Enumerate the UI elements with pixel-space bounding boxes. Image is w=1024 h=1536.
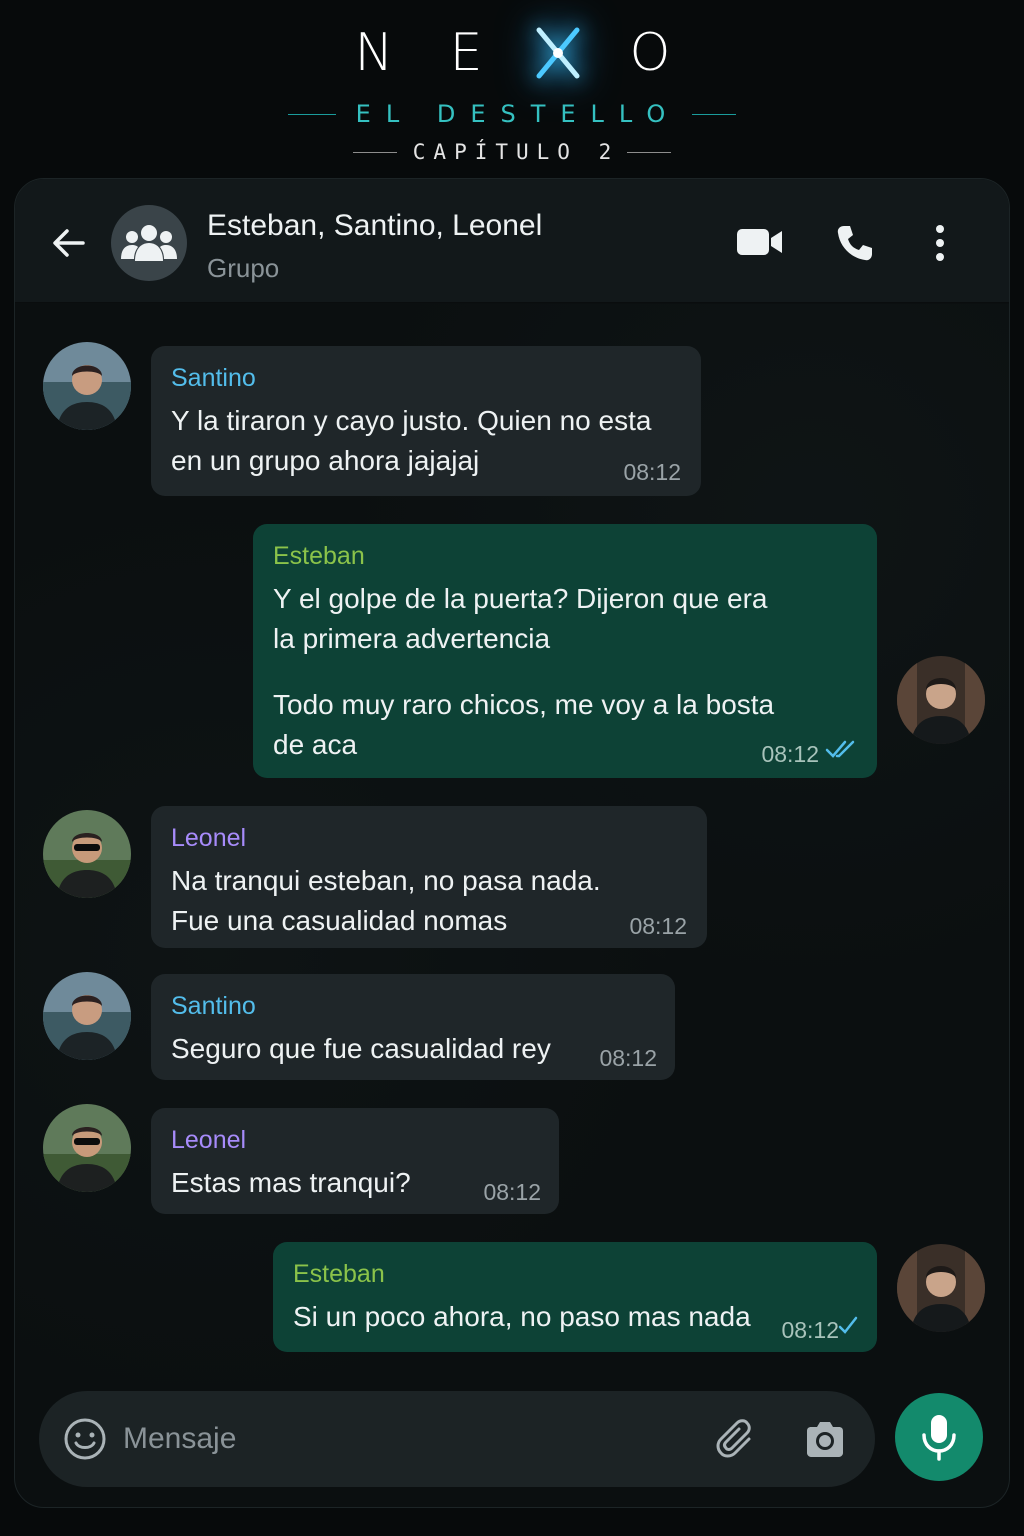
- brand-title: N E O: [0, 22, 1024, 84]
- avatar-esteban[interactable]: [897, 1244, 985, 1332]
- page: N E O EL DESTELLO CAPÍTULO 2 Esteban, Sa…: [0, 0, 1024, 1536]
- divider-line: [287, 113, 336, 115]
- group-avatar[interactable]: [111, 205, 187, 281]
- message-time: 08:12: [761, 741, 819, 767]
- message-bubble[interactable]: Santino Seguro que fue casualidad rey 08…: [151, 974, 675, 1080]
- message-input[interactable]: [123, 1415, 683, 1463]
- message-bubble[interactable]: Leonel Na tranqui esteban, no pasa nada.…: [151, 806, 707, 948]
- brand-subtitle: EL DESTELLO: [355, 100, 681, 128]
- avatar-leonel[interactable]: [43, 810, 131, 898]
- message-line: Seguro que fue casualidad rey: [171, 1033, 551, 1064]
- message-bubble[interactable]: Esteban Y el golpe de la puerta? Dijeron…: [253, 524, 877, 778]
- voice-call-icon[interactable]: [835, 223, 875, 268]
- sender-name: Santino: [171, 992, 256, 1020]
- message-text: Y la tiraron y cayo justo. Quien no esta…: [171, 401, 681, 481]
- divider-line: [352, 151, 397, 153]
- message-text: Seguro que fue casualidad rey: [171, 1029, 655, 1069]
- back-arrow-icon[interactable]: [51, 225, 87, 261]
- message-line: Si un poco ahora, no paso mas nada: [293, 1301, 751, 1332]
- read-ticks-icon: [825, 739, 857, 764]
- group-icon: [121, 225, 177, 261]
- video-call-icon[interactable]: [737, 227, 783, 262]
- x-glow-icon: [512, 22, 604, 84]
- message-line: Na tranqui esteban, no pasa nada.: [171, 865, 601, 896]
- brand-chapter-row: CAPÍTULO 2: [0, 140, 1024, 164]
- message-time: 08:12: [483, 1179, 541, 1205]
- microphone-button[interactable]: [895, 1393, 983, 1481]
- message-input-bar: [39, 1391, 875, 1487]
- brand-letter-o: O: [629, 23, 671, 83]
- sender-name: Santino: [171, 364, 256, 392]
- emoji-icon[interactable]: [63, 1417, 107, 1466]
- avatar-esteban[interactable]: [897, 656, 985, 744]
- camera-icon[interactable]: [803, 1417, 847, 1466]
- divider-line: [627, 151, 672, 153]
- microphone-icon: [922, 1415, 956, 1461]
- brand-letter-e: E: [449, 23, 483, 83]
- message-bubble[interactable]: Santino Y la tiraron y cayo justo. Quien…: [151, 346, 701, 496]
- chat-subtitle: Grupo: [207, 253, 280, 283]
- brand-chapter: CAPÍTULO 2: [412, 140, 620, 164]
- more-options-icon[interactable]: [933, 223, 947, 268]
- avatar-leonel[interactable]: [43, 1104, 131, 1192]
- message-text: Y el golpe de la puerta? Dijeron que era…: [273, 579, 857, 765]
- message-bubble[interactable]: Esteban Si un poco ahora, no paso mas na…: [273, 1242, 877, 1352]
- message-line: en un grupo ahora jajajaj: [171, 445, 480, 476]
- message-line: Todo muy raro chicos, me voy a la bosta: [273, 689, 775, 720]
- message-line: Y la tiraron y cayo justo. Quien no esta: [171, 405, 652, 436]
- sender-name: Esteban: [273, 542, 365, 570]
- sender-name: Leonel: [171, 1126, 247, 1154]
- sender-name: Leonel: [171, 824, 247, 852]
- message-line: Fue una casualidad nomas: [171, 905, 508, 936]
- read-ticks-icon: [837, 1315, 859, 1340]
- message-time: 08:12: [781, 1317, 839, 1343]
- message-text: Na tranqui esteban, no pasa nada. Fue un…: [171, 861, 687, 941]
- avatar-santino[interactable]: [43, 342, 131, 430]
- divider-line: [692, 113, 737, 115]
- avatar-santino[interactable]: [43, 972, 131, 1060]
- message-text: Si un poco ahora, no paso mas nada: [293, 1297, 857, 1337]
- message-bubble[interactable]: Leonel Estas mas tranqui? 08:12: [151, 1108, 559, 1214]
- message-line: la primera advertencia: [273, 623, 551, 654]
- brand-header: N E O EL DESTELLO CAPÍTULO 2: [0, 22, 1024, 164]
- message-time: 08:12: [629, 913, 687, 939]
- brand-subtitle-row: EL DESTELLO: [0, 100, 1024, 128]
- message-time: 08:12: [599, 1045, 657, 1071]
- message-line: Y el golpe de la puerta? Dijeron que era: [273, 583, 768, 614]
- chat-title[interactable]: Esteban, Santino, Leonel: [207, 209, 542, 243]
- chat-window: Esteban, Santino, Leonel Grupo Santino Y…: [14, 178, 1010, 1508]
- brand-letter-n: N: [354, 23, 394, 83]
- attach-clip-icon[interactable]: [715, 1417, 759, 1466]
- sender-name: Esteban: [293, 1260, 385, 1288]
- chat-header: Esteban, Santino, Leonel Grupo: [15, 179, 1009, 303]
- chat-area[interactable]: Santino Y la tiraron y cayo justo. Quien…: [15, 304, 1009, 1384]
- message-time: 08:12: [623, 459, 681, 485]
